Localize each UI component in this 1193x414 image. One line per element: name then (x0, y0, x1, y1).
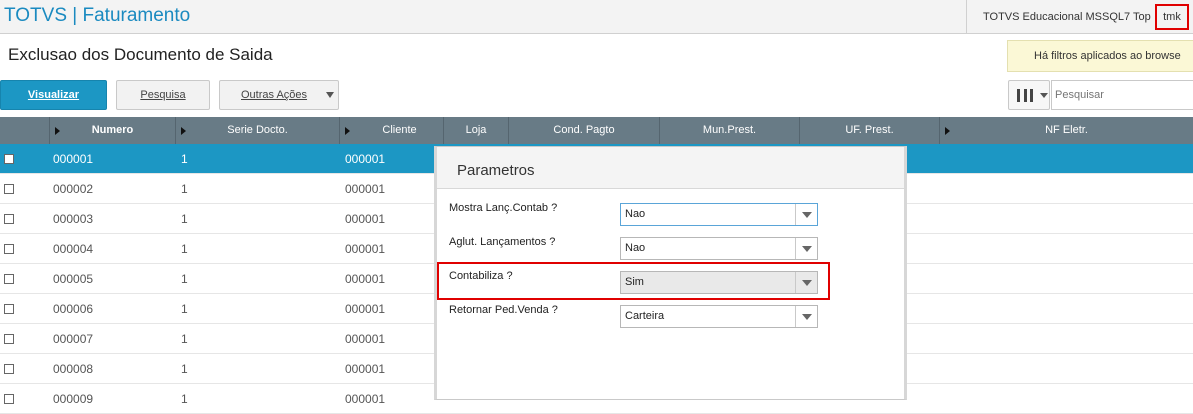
cell-numero: 000009 (53, 392, 94, 406)
column-header-cliente[interactable]: Cliente (340, 117, 444, 144)
page-title: Exclusao dos Documento de Saida (8, 45, 273, 64)
title-separator: | (72, 5, 78, 26)
highlight-annotation (437, 262, 830, 300)
cell-serie: 1 (181, 242, 188, 256)
column-header-cond-pagto[interactable]: Cond. Pagto (509, 117, 660, 144)
cell-cliente: 000001 (345, 332, 386, 346)
param-value: Carteira (625, 310, 665, 322)
row-checkbox[interactable] (4, 274, 14, 284)
param-label-aglut-lanc: Aglut. Lançamentos ? (449, 236, 556, 248)
row-checkbox[interactable] (4, 364, 14, 374)
chevron-down-icon[interactable] (795, 204, 817, 225)
cell-serie: 1 (181, 392, 188, 406)
cell-cliente: 000001 (345, 182, 386, 196)
row-checkbox[interactable] (4, 244, 14, 254)
cell-cliente: 000001 (345, 392, 386, 406)
row-checkbox[interactable] (4, 394, 14, 404)
row-checkbox[interactable] (4, 214, 14, 224)
cell-cliente: 000001 (345, 212, 386, 226)
row-checkbox[interactable] (4, 154, 14, 164)
app-title: TOTVS | Faturamento (4, 5, 190, 27)
columns-icon (1017, 89, 1033, 102)
column-header-mun-prest[interactable]: Mun.Prest. (660, 117, 800, 144)
view-toggle-button[interactable] (1008, 80, 1050, 110)
cell-numero: 000004 (53, 242, 94, 256)
cell-serie: 1 (181, 272, 188, 286)
column-header-uf-prest[interactable]: UF. Prest. (800, 117, 940, 144)
column-header-nf-eletr[interactable]: NF Eletr. (940, 117, 1193, 144)
cell-cliente: 000001 (345, 152, 386, 166)
cell-numero: 000006 (53, 302, 94, 316)
chevron-down-icon (326, 92, 334, 98)
param-label-retornar-ped: Retornar Ped.Venda ? (449, 304, 558, 316)
row-checkbox[interactable] (4, 334, 14, 344)
top-bar: TOTVS | Faturamento TOTVS Educacional MS… (0, 0, 1193, 34)
cell-serie: 1 (181, 302, 188, 316)
cell-cliente: 000001 (345, 362, 386, 376)
cell-serie: 1 (181, 332, 188, 346)
filter-notice: Há filtros aplicados ao browse (1007, 40, 1193, 72)
param-select-retornar-ped[interactable]: Carteira (620, 305, 818, 328)
dialog-title: Parametros (457, 162, 535, 179)
chevron-down-icon[interactable] (795, 306, 817, 327)
cell-cliente: 000001 (345, 302, 386, 316)
param-select-aglut-lanc[interactable]: Nao (620, 237, 818, 260)
param-select-mostra-lanc[interactable]: Nao (620, 203, 818, 226)
cell-cliente: 000001 (345, 242, 386, 256)
visualizar-button[interactable]: Visualizar (0, 80, 107, 110)
column-header-numero[interactable]: Numero (50, 117, 176, 144)
chevron-down-icon[interactable] (795, 238, 817, 259)
column-header-serie[interactable]: Serie Docto. (176, 117, 340, 144)
column-header-select (0, 117, 50, 144)
cell-numero: 000005 (53, 272, 94, 286)
row-checkbox[interactable] (4, 304, 14, 314)
cell-serie: 1 (181, 182, 188, 196)
cell-numero: 000002 (53, 182, 94, 196)
param-label-mostra-lanc: Mostra Lanç.Contab ? (449, 202, 558, 214)
user-menu[interactable]: tmk (1155, 4, 1189, 30)
cell-cliente: 000001 (345, 272, 386, 286)
search-input[interactable] (1051, 80, 1193, 110)
row-checkbox[interactable] (4, 184, 14, 194)
cell-numero: 000001 (53, 152, 94, 166)
chevron-down-icon (1040, 93, 1048, 98)
cell-serie: 1 (181, 362, 188, 376)
outras-acoes-label: Outras Ações (241, 89, 308, 101)
pesquisa-button[interactable]: Pesquisa (116, 80, 210, 110)
module-name: Faturamento (82, 5, 191, 26)
cell-serie: 1 (181, 152, 188, 166)
brand-name: TOTVS (4, 5, 67, 26)
dialog-header: Parametros (437, 147, 904, 189)
param-value: Nao (625, 242, 646, 254)
outras-acoes-button[interactable]: Outras Ações (219, 80, 339, 110)
column-header-loja[interactable]: Loja (444, 117, 509, 144)
cell-numero: 000007 (53, 332, 94, 346)
param-value: Nao (625, 208, 646, 220)
cell-numero: 000003 (53, 212, 94, 226)
environment-label: TOTVS Educacional MSSQL7 Top (966, 0, 1151, 34)
cell-serie: 1 (181, 212, 188, 226)
grid-header: Numero Serie Docto. Cliente Loja Cond. P… (0, 117, 1193, 144)
cell-numero: 000008 (53, 362, 94, 376)
